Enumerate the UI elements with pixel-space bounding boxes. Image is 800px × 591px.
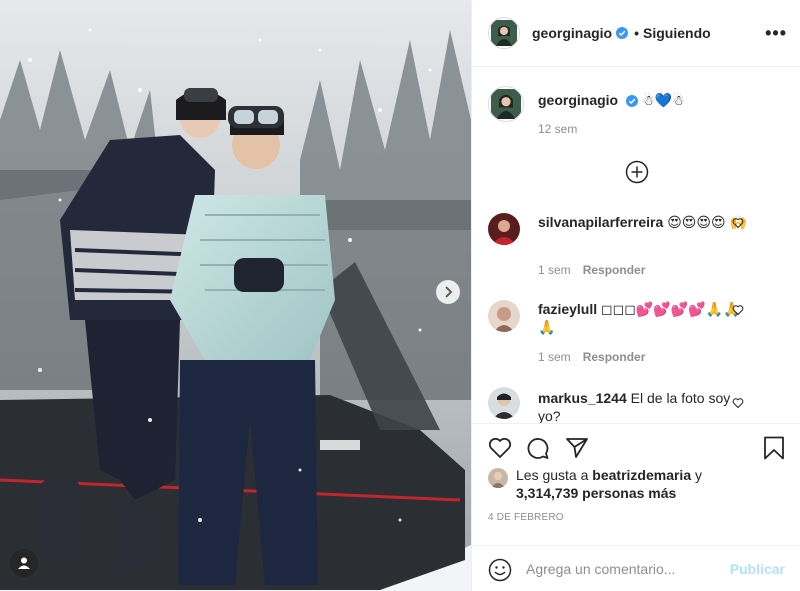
liker-avatar[interactable] [488, 468, 508, 488]
author-avatar-image [491, 20, 517, 46]
commenter-avatar-image [488, 300, 520, 332]
comment-item: markus_1244 El de la foto soy yo? [488, 387, 788, 423]
chevron-right-icon [445, 286, 453, 298]
commenter-avatar[interactable] [488, 387, 520, 419]
first-liker-link[interactable]: beatrizdemaria [592, 467, 691, 483]
following-button[interactable]: Siguiendo [643, 25, 711, 41]
likes-text: Les gusta a beatrizdemaria y 3,314,739 p… [516, 466, 776, 502]
heart-outline-icon[interactable] [732, 304, 744, 316]
more-options-icon[interactable]: ••• [765, 24, 787, 42]
bookmark-icon[interactable] [763, 436, 785, 460]
caption-text: georginagio ☃💙☃ [538, 92, 684, 109]
commenter-avatar-image [488, 213, 520, 245]
comment-input[interactable] [526, 557, 726, 581]
commenter-username[interactable]: silvanapilarferreira [538, 214, 663, 230]
tagged-users-button[interactable] [10, 549, 38, 577]
smiley-icon[interactable] [488, 558, 512, 582]
commenter-avatar[interactable] [488, 213, 520, 245]
paper-plane-icon[interactable] [565, 436, 589, 460]
comment-time[interactable]: 1 sem [538, 263, 571, 277]
commenter-username[interactable]: fazieylull [538, 301, 597, 317]
reply-button[interactable]: Responder [583, 350, 646, 364]
comment-bubble-icon[interactable] [526, 436, 550, 460]
snow-scene-image [0, 0, 471, 591]
publish-button[interactable]: Publicar [730, 561, 785, 577]
caption-username[interactable]: georginagio [538, 92, 618, 108]
comment-composer: Publicar [472, 545, 800, 591]
likes-prefix: Les gusta a [516, 467, 589, 483]
commenter-username[interactable]: markus_1244 [538, 390, 627, 406]
user-tag-icon [18, 557, 30, 569]
instagram-post: georginagio • Siguiendo ••• georginagio [0, 0, 800, 591]
post-actions-section: Les gusta a beatrizdemaria y 3,314,739 p… [472, 423, 800, 591]
author-username[interactable]: georginagio [532, 25, 612, 41]
caption-emoji: ☃💙☃ [641, 92, 685, 108]
likes-count-link[interactable]: 3,314,739 personas más [516, 485, 676, 501]
comment-meta: 1 sem Responder [538, 263, 645, 277]
comment-meta: 1 sem Responder [538, 350, 645, 364]
liker-avatar-image [488, 468, 508, 488]
verified-badge-icon [616, 27, 629, 39]
caption-time[interactable]: 12 sem [538, 122, 577, 136]
next-photo-button[interactable] [436, 280, 460, 304]
heart-outline-icon[interactable] [488, 436, 512, 460]
post-photo[interactable] [0, 0, 471, 591]
reply-button[interactable]: Responder [583, 263, 646, 277]
caption-avatar[interactable] [488, 86, 524, 122]
commenter-avatar-image [488, 387, 520, 419]
author-avatar[interactable] [488, 17, 520, 49]
commenter-avatar[interactable] [488, 300, 520, 332]
verified-badge-icon [626, 95, 639, 108]
caption-avatar-image [491, 89, 521, 119]
post-side-panel: georginagio • Siguiendo ••• georginagio [471, 0, 800, 591]
comment-time[interactable]: 1 sem [538, 350, 571, 364]
plus-circle-icon[interactable] [625, 160, 649, 184]
post-date[interactable]: 4 DE FEBRERO [488, 512, 564, 523]
post-header: georginagio • Siguiendo ••• [472, 0, 800, 67]
comment-body: silvanapilarferreira 😍😍😍😍 🙌 [538, 213, 750, 231]
separator-dot: • [634, 25, 640, 41]
comment-body: markus_1244 El de la foto soy yo? [538, 389, 750, 423]
comment-body: fazieylull ◻◻◻💕💕💕💕🙏🙏 🙏 [538, 300, 750, 336]
likes-conjunction: y [695, 467, 702, 483]
heart-outline-icon[interactable] [732, 217, 744, 229]
heart-outline-icon[interactable] [732, 397, 744, 409]
